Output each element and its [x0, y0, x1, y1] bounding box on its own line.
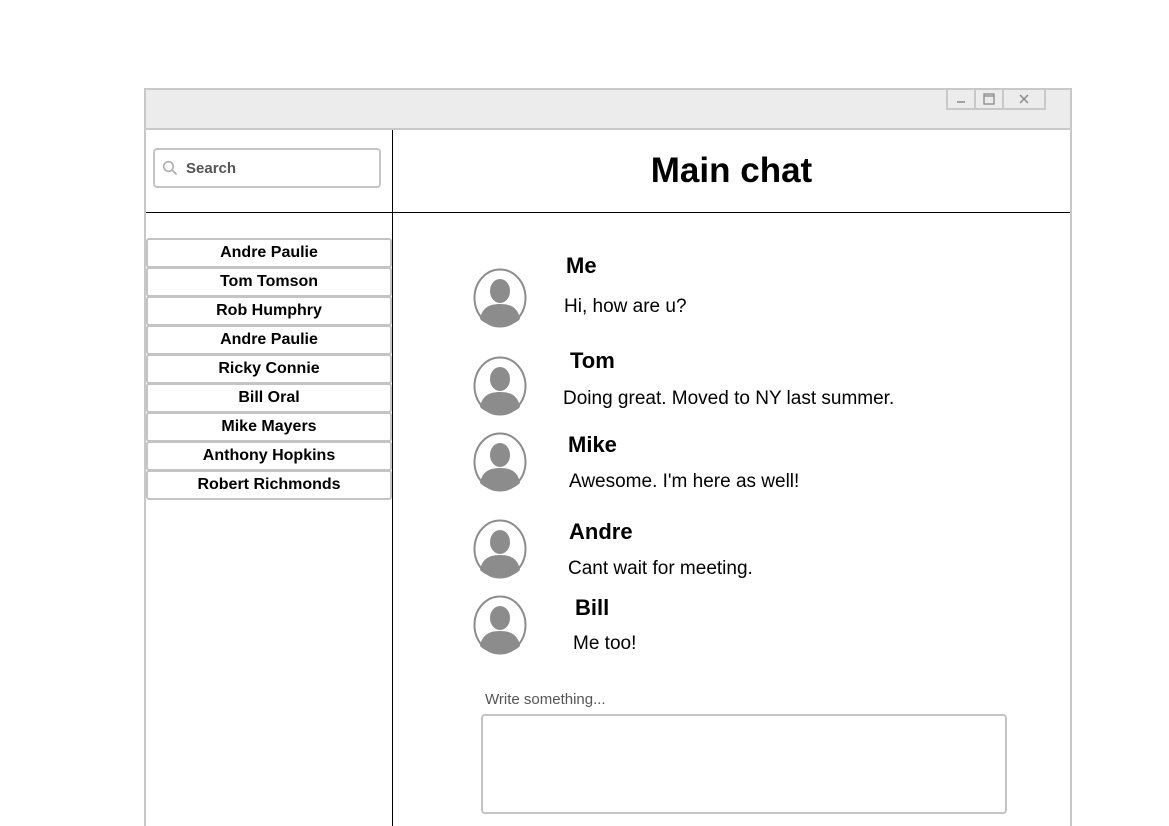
message-input[interactable] — [481, 714, 1007, 814]
close-icon — [1019, 94, 1029, 104]
message-text: Doing great. Moved to NY last summer. — [563, 388, 895, 409]
contact-item[interactable]: Bill Oral — [146, 383, 392, 413]
avatar-icon — [473, 595, 527, 655]
title-bar — [146, 90, 1070, 130]
message: Me Hi, how are u? — [393, 253, 1053, 338]
maximize-icon — [983, 93, 995, 105]
message-sender: Mike — [568, 432, 617, 457]
search-box[interactable] — [153, 148, 381, 188]
chat-panel: Main chat Me Hi, how are u? Tom Doing gr… — [393, 130, 1070, 826]
search-input[interactable] — [186, 159, 366, 177]
message-sender: Bill — [575, 595, 610, 620]
avatar-icon — [473, 268, 527, 328]
chat-window: Andre Paulie Tom Tomson Rob Humphry Andr… — [144, 88, 1072, 826]
chat-header: Main chat — [393, 130, 1070, 213]
contact-item[interactable]: Ricky Connie — [146, 354, 392, 384]
message-sender: Me — [566, 253, 597, 278]
contact-item[interactable]: Andre Paulie — [146, 325, 392, 355]
window-controls — [946, 90, 1046, 110]
avatar-icon — [473, 356, 527, 416]
contacts-sidebar: Andre Paulie Tom Tomson Rob Humphry Andr… — [146, 130, 393, 826]
message: Bill Me too! — [393, 595, 1053, 665]
message-text: Cant wait for meeting. — [568, 558, 753, 579]
sidebar-header — [146, 130, 392, 213]
message: Tom Doing great. Moved to NY last summer… — [393, 348, 1053, 426]
message-sender: Tom — [570, 348, 615, 373]
message-text: Me too! — [573, 633, 637, 654]
contact-item[interactable]: Andre Paulie — [146, 238, 392, 268]
compose-label: Write something... — [485, 691, 606, 708]
contact-item[interactable]: Tom Tomson — [146, 267, 392, 297]
message-sender: Andre — [569, 519, 633, 544]
message: Mike Awesome. I'm here as well! — [393, 432, 1053, 502]
minimize-button[interactable] — [948, 90, 976, 108]
contact-item[interactable]: Mike Mayers — [146, 412, 392, 442]
close-button[interactable] — [1004, 90, 1044, 108]
message-text: Hi, how are u? — [564, 296, 687, 317]
contact-list: Andre Paulie Tom Tomson Rob Humphry Andr… — [146, 238, 392, 500]
minimize-icon — [957, 101, 965, 103]
message: Andre Cant wait for meeting. — [393, 519, 1053, 589]
contact-item[interactable]: Rob Humphry — [146, 296, 392, 326]
contact-item[interactable]: Anthony Hopkins — [146, 441, 392, 471]
contact-item[interactable]: Robert Richmonds — [146, 470, 392, 500]
maximize-button[interactable] — [976, 90, 1004, 108]
message-text: Awesome. I'm here as well! — [569, 471, 800, 492]
avatar-icon — [473, 432, 527, 492]
avatar-icon — [473, 519, 527, 579]
chat-title: Main chat — [650, 151, 813, 190]
search-icon — [162, 160, 178, 176]
